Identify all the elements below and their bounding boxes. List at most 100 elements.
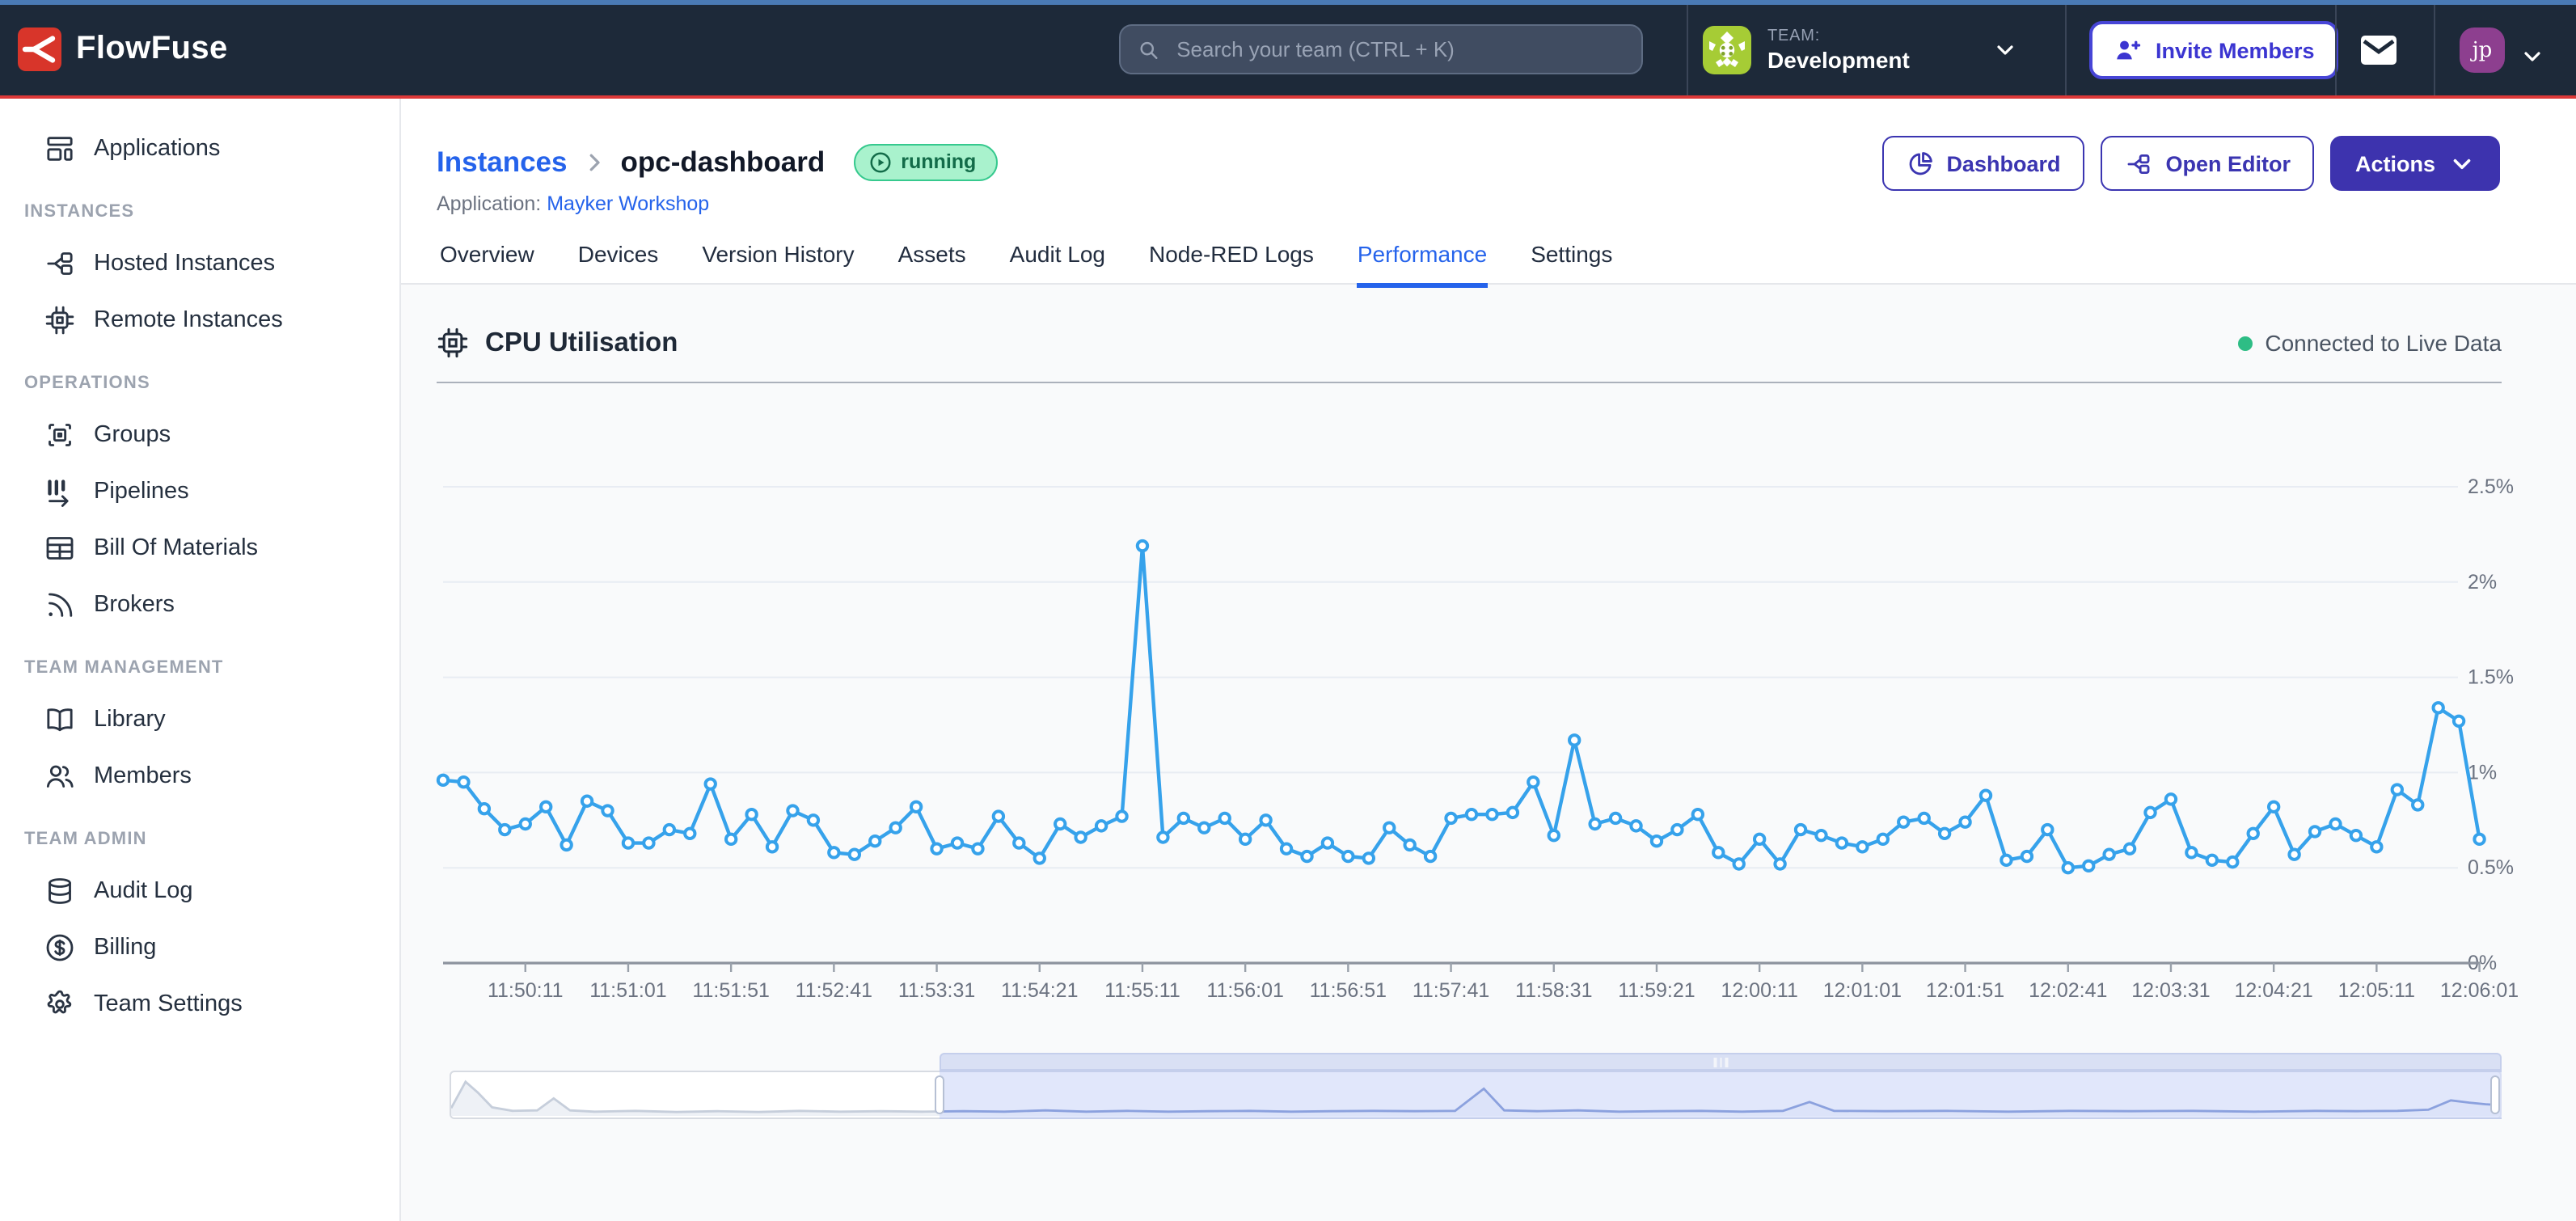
svg-text:12:01:01: 12:01:01 — [1823, 979, 1902, 1002]
application-line: Application: Mayker Workshop — [437, 192, 2576, 225]
svg-text:11:51:01: 11:51:01 — [589, 979, 666, 1002]
sidebar-item-members[interactable]: Members — [0, 747, 399, 804]
svg-text:11:55:11: 11:55:11 — [1104, 979, 1180, 1002]
user-avatar[interactable]: jp — [2460, 27, 2505, 73]
chevron-down-icon — [2448, 150, 2476, 177]
actions-button[interactable]: Actions — [2331, 136, 2500, 191]
breadcrumb-chevron-icon — [581, 150, 606, 174]
sidebar-item-label: Brokers — [94, 591, 175, 617]
tab-settings[interactable]: Settings — [1531, 241, 1612, 288]
chart-header: CPU Utilisation Connected to Live Data — [437, 327, 2502, 383]
svg-text:11:50:11: 11:50:11 — [488, 979, 564, 1002]
sidebar-item-hosted-instances[interactable]: Hosted Instances — [0, 234, 399, 291]
application-label: Application: — [437, 192, 541, 215]
invite-members-label: Invite Members — [2156, 38, 2315, 62]
members-icon — [44, 759, 76, 792]
live-dot-icon — [2237, 336, 2252, 350]
brush-grip-icon — [1714, 1058, 1728, 1067]
search-icon — [1137, 36, 1160, 62]
actions-label: Actions — [2355, 151, 2435, 175]
sidebar-item-bill-of-materials[interactable]: Bill Of Materials — [0, 519, 399, 576]
user-plus-icon — [2114, 36, 2143, 65]
cpu-utilisation-chart[interactable]: 2.5%2%1.5%1%0.5%0%11:50:1111:51:0111:51:… — [437, 383, 2502, 1017]
svg-text:12:00:11: 12:00:11 — [1721, 979, 1797, 1002]
search-input[interactable] — [1173, 36, 1625, 63]
sidebar-item-brokers[interactable]: Brokers — [0, 576, 399, 632]
sidebar-item-library[interactable]: Library — [0, 691, 399, 747]
sidebar-section-header: INSTANCES — [0, 202, 399, 222]
instance-name: opc-dashboard — [620, 145, 825, 179]
navbar-divider — [2065, 5, 2067, 95]
sidebar-item-audit-log[interactable]: Audit Log — [0, 862, 399, 919]
instance-tabs: Overview Devices Version History Assets Audi… — [440, 241, 2576, 288]
sidebar-item-label: Applications — [94, 135, 220, 161]
sidebar-item-billing[interactable]: Billing — [0, 919, 399, 975]
svg-text:0.5%: 0.5% — [2468, 856, 2514, 879]
svg-text:12:04:21: 12:04:21 — [2234, 979, 2312, 1002]
sidebar-item-groups[interactable]: Groups — [0, 406, 399, 463]
svg-text:11:57:41: 11:57:41 — [1413, 979, 1489, 1002]
sidebar-item-pipelines[interactable]: Pipelines — [0, 463, 399, 519]
dashboard-button[interactable]: Dashboard — [1881, 136, 2084, 191]
header-buttons: Dashboard Open Editor Actions — [1881, 136, 2500, 191]
brand-name: FlowFuse — [76, 31, 228, 68]
live-status-text: Connected to Live Data — [2265, 330, 2502, 356]
invite-members-button[interactable]: Invite Members — [2089, 21, 2339, 79]
remote-instances-icon — [44, 303, 76, 336]
groups-icon — [44, 418, 76, 450]
app-window: FlowFuse — [0, 0, 2576, 1221]
sidebar-item-applications[interactable]: Applications — [0, 120, 399, 176]
sidebar-item-team-settings[interactable]: Team Settings — [0, 975, 399, 1032]
brush-selection[interactable] — [940, 1053, 2502, 1119]
svg-text:2%: 2% — [2468, 571, 2497, 594]
flowfuse-logo[interactable]: FlowFuse — [18, 27, 228, 71]
tab-assets[interactable]: Assets — [898, 241, 966, 288]
sidebar: Applications INSTANCES Hosted InstancesRem… — [0, 99, 401, 1221]
user-menu-chevron-down-icon[interactable] — [2519, 44, 2545, 70]
sidebar-section-header: TEAM ADMIN — [0, 830, 399, 849]
svg-text:11:54:21: 11:54:21 — [1001, 979, 1078, 1002]
tab-node-red-logs[interactable]: Node-RED Logs — [1149, 241, 1314, 288]
breadcrumb-instances-link[interactable]: Instances — [437, 145, 567, 179]
svg-text:11:58:31: 11:58:31 — [1515, 979, 1592, 1002]
tab-audit-log[interactable]: Audit Log — [1010, 241, 1105, 288]
team-chevron-down-icon[interactable] — [1992, 37, 2018, 63]
play-circle-icon — [868, 150, 893, 174]
svg-text:12:05:11: 12:05:11 — [2338, 979, 2415, 1002]
sidebar-item-remote-instances[interactable]: Remote Instances — [0, 291, 399, 348]
navbar-divider — [1687, 5, 1688, 95]
open-editor-label: Open Editor — [2165, 151, 2291, 175]
brokers-icon — [44, 588, 76, 620]
chart-title: CPU Utilisation — [437, 327, 678, 359]
sidebar-item-label: Billing — [94, 934, 156, 960]
node-editor-icon — [2125, 150, 2152, 177]
bill-of-materials-icon — [44, 531, 76, 564]
svg-text:11:56:01: 11:56:01 — [1206, 979, 1283, 1002]
brush-right-handle[interactable] — [2490, 1075, 2500, 1114]
sidebar-section-header: OPERATIONS — [0, 374, 399, 393]
tab-devices[interactable]: Devices — [578, 241, 659, 288]
mail-icon — [2359, 32, 2398, 68]
svg-text:12:02:41: 12:02:41 — [2029, 979, 2107, 1002]
notifications-button[interactable] — [2359, 32, 2398, 68]
flowfuse-logo-icon — [18, 27, 61, 71]
audit-log-icon — [44, 874, 76, 906]
svg-text:11:51:51: 11:51:51 — [692, 979, 769, 1002]
tab-overview[interactable]: Overview — [440, 241, 534, 288]
chart-title-text: CPU Utilisation — [485, 327, 678, 358]
application-link[interactable]: Mayker Workshop — [547, 192, 709, 215]
live-status: Connected to Live Data — [2237, 330, 2502, 356]
sidebar-item-label: Bill Of Materials — [94, 534, 258, 560]
sidebar-item-label: Members — [94, 763, 192, 788]
open-editor-button[interactable]: Open Editor — [2101, 136, 2315, 191]
tab-version-history[interactable]: Version History — [702, 241, 854, 288]
billing-icon — [44, 931, 76, 963]
sidebar-section-header: TEAM MANAGEMENT — [0, 658, 399, 678]
svg-text:1.5%: 1.5% — [2468, 666, 2514, 689]
brush-drag-bar[interactable] — [940, 1053, 2502, 1071]
brush-left-handle[interactable] — [935, 1075, 944, 1114]
user-initials: jp — [2473, 38, 2493, 62]
svg-text:11:52:41: 11:52:41 — [796, 979, 872, 1002]
tab-performance[interactable]: Performance — [1358, 241, 1487, 288]
team-search[interactable] — [1119, 24, 1643, 74]
